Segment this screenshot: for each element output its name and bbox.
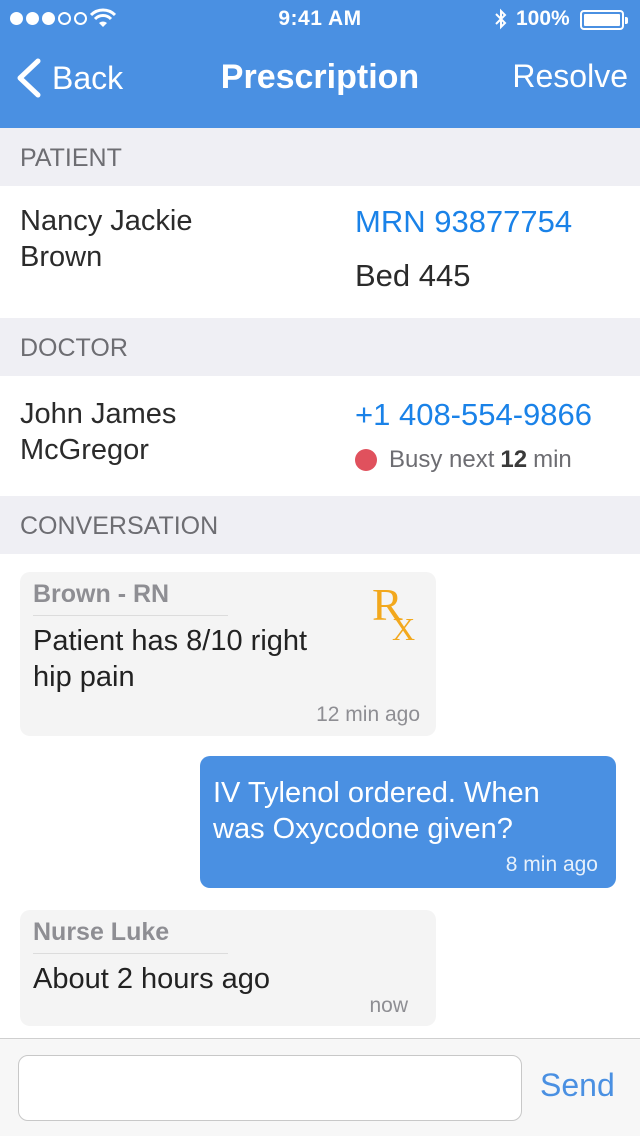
section-header-patient: PATIENT — [0, 128, 640, 186]
send-button[interactable]: Send — [540, 1067, 615, 1104]
message-text-line1: IV Tylenol ordered. When — [213, 777, 540, 809]
busy-duration: 12 — [500, 446, 528, 473]
patient-mrn-link[interactable]: MRN 93877754 — [355, 204, 572, 240]
status-bar: 9:41 AM 100% — [0, 0, 640, 40]
doctor-name-line1: John James — [20, 398, 177, 430]
busy-unit: min — [533, 446, 572, 473]
busy-status-dot-icon — [355, 449, 377, 471]
patient-name-line1: Nancy Jackie — [20, 205, 193, 237]
message-bubble-incoming: Nurse Luke About 2 hours ago now — [20, 910, 436, 1026]
patient-row: Nancy Jackie Brown MRN 93877754 Bed 445 — [0, 186, 640, 314]
battery-percentage: 100% — [516, 7, 570, 30]
message-timestamp: now — [369, 994, 408, 1017]
bluetooth-icon — [495, 8, 507, 30]
doctor-phone-link[interactable]: +1 408-554-9866 — [355, 397, 592, 433]
message-text-line1: Patient has 8/10 right — [33, 625, 308, 657]
message-text: Patient has 8/10 right hip pain — [33, 623, 307, 695]
header-bar: 9:41 AM 100% Back Prescription Resolve — [0, 0, 640, 128]
message-sender: Brown - RN — [33, 580, 228, 616]
back-button[interactable]: Back — [14, 56, 123, 100]
message-bubble-outgoing: IV Tylenol ordered. When was Oxycodone g… — [200, 756, 616, 888]
message-input[interactable] — [18, 1055, 522, 1121]
section-header-conversation: CONVERSATION — [0, 496, 640, 554]
rx-icon: R X — [372, 580, 415, 642]
message-text: About 2 hours ago — [33, 963, 271, 995]
message-sender: Nurse Luke — [33, 918, 228, 954]
section-header-doctor: DOCTOR — [0, 318, 640, 376]
doctor-row: John James McGregor +1 408-554-9866 Busy… — [0, 376, 640, 492]
patient-name: Nancy Jackie Brown — [20, 203, 320, 275]
message-composer: Send — [0, 1038, 640, 1136]
patient-name-line2: Brown — [20, 241, 103, 273]
message-bubble-incoming: Brown - RN R X Patient has 8/10 right hi… — [20, 572, 436, 736]
message-timestamp: 8 min ago — [505, 853, 598, 876]
svg-text:X: X — [392, 611, 415, 642]
resolve-button[interactable]: Resolve — [512, 58, 628, 95]
doctor-name-line2: McGregor — [20, 434, 149, 466]
doctor-availability: Busy next 12 min — [355, 446, 572, 474]
back-label: Back — [52, 59, 124, 96]
message-timestamp: 12 min ago — [316, 703, 420, 726]
message-text: IV Tylenol ordered. When was Oxycodone g… — [213, 775, 540, 847]
patient-bed: Bed 445 — [355, 258, 471, 293]
battery-icon — [580, 10, 628, 30]
doctor-name: John James McGregor — [20, 396, 320, 468]
navigation-bar: Back Prescription Resolve — [0, 40, 640, 128]
chevron-left-icon — [17, 58, 41, 98]
message-text-line2: was Oxycodone given? — [213, 813, 513, 845]
message-text-line2: hip pain — [33, 661, 135, 693]
busy-prefix: Busy next — [389, 446, 495, 473]
